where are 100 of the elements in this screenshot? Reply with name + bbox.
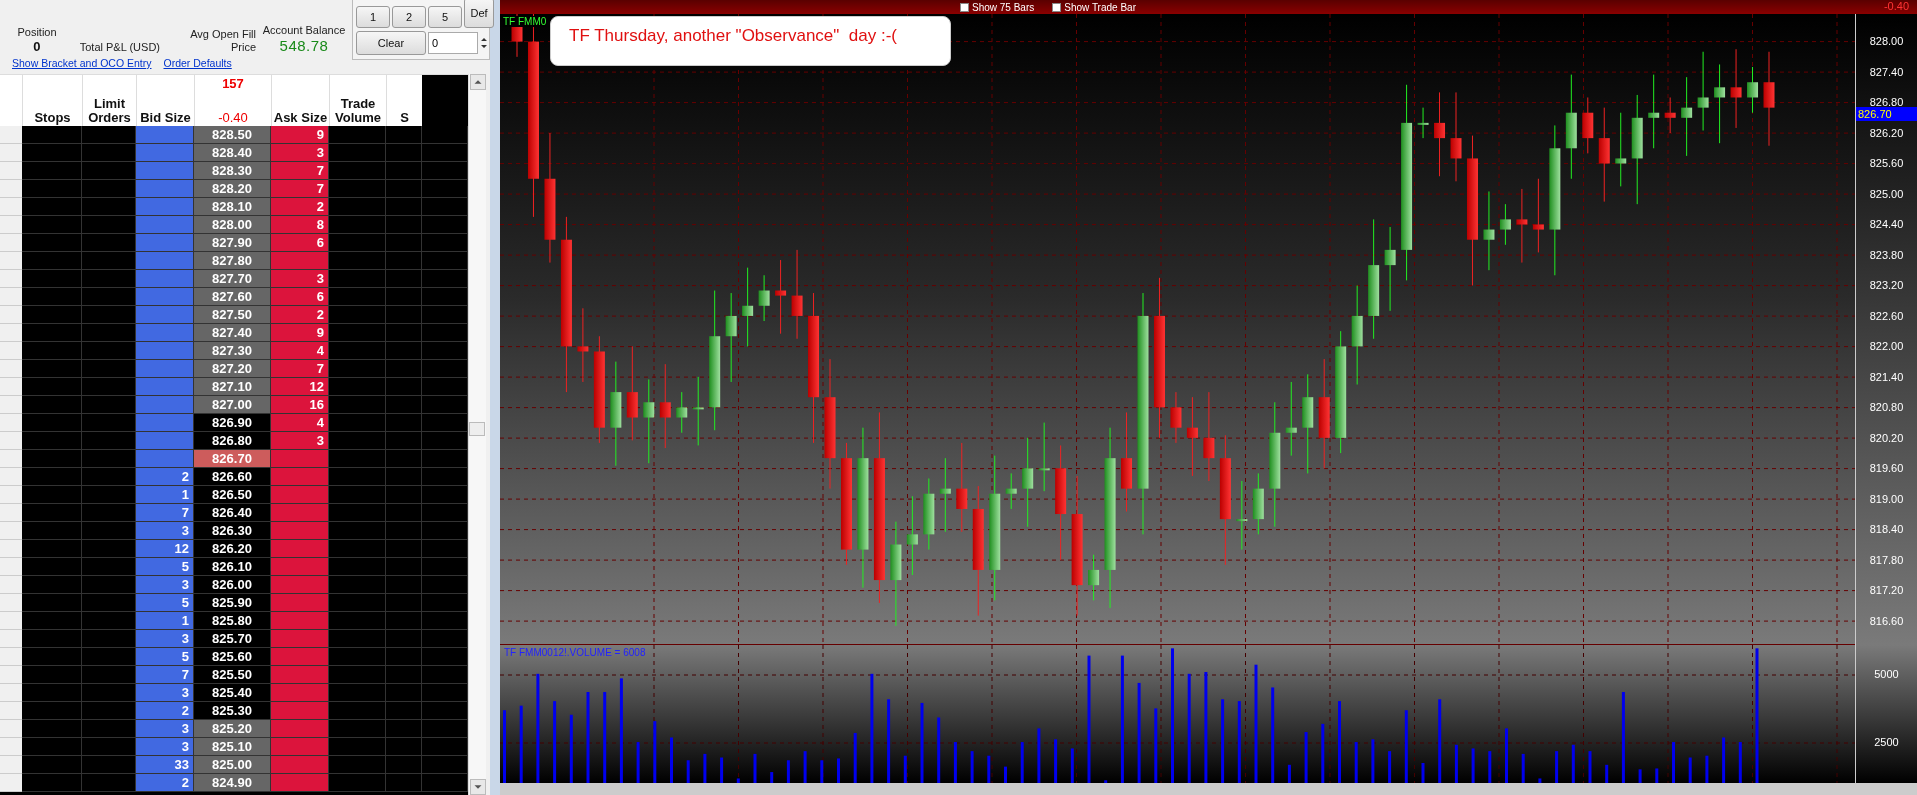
link[interactable]: Show Bracket and OCO Entry xyxy=(12,57,152,69)
scrollbar[interactable] xyxy=(468,74,486,795)
ask-size-cell[interactable] xyxy=(271,486,329,504)
stops-cell[interactable] xyxy=(22,630,82,648)
stops-cell[interactable] xyxy=(22,504,82,522)
bid-size-cell[interactable] xyxy=(136,450,194,468)
bid-size-cell[interactable] xyxy=(136,270,194,288)
stops-cell[interactable] xyxy=(22,396,82,414)
ask-size-cell[interactable]: 12 xyxy=(271,378,329,396)
stops-cell[interactable] xyxy=(22,612,82,630)
bid-size-cell[interactable]: 3 xyxy=(136,522,194,540)
bid-size-cell[interactable] xyxy=(136,360,194,378)
bid-size-cell[interactable]: 3 xyxy=(136,630,194,648)
stops-cell[interactable] xyxy=(22,234,82,252)
ask-size-cell[interactable] xyxy=(271,612,329,630)
stops-cell[interactable] xyxy=(22,432,82,450)
ask-size-cell[interactable] xyxy=(271,720,329,738)
ask-size-cell[interactable]: 3 xyxy=(271,270,329,288)
stops-cell[interactable] xyxy=(22,450,82,468)
quantity-field[interactable]: 0 xyxy=(428,32,478,54)
ask-size-cell[interactable] xyxy=(271,468,329,486)
stops-cell[interactable] xyxy=(22,162,82,180)
ask-size-cell[interactable] xyxy=(271,666,329,684)
bid-size-cell[interactable]: 3 xyxy=(136,684,194,702)
stops-cell[interactable] xyxy=(22,774,82,792)
stops-cell[interactable] xyxy=(22,270,82,288)
ask-size-cell[interactable]: 4 xyxy=(271,342,329,360)
ask-size-cell[interactable]: 3 xyxy=(271,432,329,450)
bid-size-cell[interactable] xyxy=(136,180,194,198)
bid-size-cell[interactable]: 12 xyxy=(136,540,194,558)
ask-size-cell[interactable] xyxy=(271,738,329,756)
stops-cell[interactable] xyxy=(22,216,82,234)
stops-cell[interactable] xyxy=(22,540,82,558)
bid-size-cell[interactable]: 7 xyxy=(136,666,194,684)
bid-size-cell[interactable] xyxy=(136,234,194,252)
quantity-button[interactable]: 2 xyxy=(392,6,426,28)
stops-cell[interactable] xyxy=(22,342,82,360)
bid-size-cell[interactable] xyxy=(136,432,194,450)
stops-cell[interactable] xyxy=(22,702,82,720)
ask-size-cell[interactable] xyxy=(271,774,329,792)
ask-size-cell[interactable] xyxy=(271,558,329,576)
ask-size-cell[interactable] xyxy=(271,684,329,702)
ask-size-cell[interactable] xyxy=(271,702,329,720)
bid-size-cell[interactable] xyxy=(136,378,194,396)
stops-cell[interactable] xyxy=(22,360,82,378)
link[interactable]: Order Defaults xyxy=(163,57,232,69)
ask-size-cell[interactable]: 16 xyxy=(271,396,329,414)
ask-size-cell[interactable] xyxy=(271,252,329,270)
stops-cell[interactable] xyxy=(22,594,82,612)
bid-size-cell[interactable] xyxy=(136,414,194,432)
bid-size-cell[interactable]: 2 xyxy=(136,468,194,486)
stops-cell[interactable] xyxy=(22,288,82,306)
stops-cell[interactable] xyxy=(22,252,82,270)
bid-size-cell[interactable]: 3 xyxy=(136,738,194,756)
stops-cell[interactable] xyxy=(22,522,82,540)
ask-size-cell[interactable] xyxy=(271,504,329,522)
stops-cell[interactable] xyxy=(22,198,82,216)
bid-size-cell[interactable] xyxy=(136,306,194,324)
bid-size-cell[interactable]: 3 xyxy=(136,720,194,738)
ask-size-cell[interactable]: 7 xyxy=(271,162,329,180)
ask-size-cell[interactable] xyxy=(271,756,329,774)
bid-size-cell[interactable]: 5 xyxy=(136,558,194,576)
quantity-button[interactable]: 5 xyxy=(428,6,462,28)
bid-size-cell[interactable] xyxy=(136,198,194,216)
stops-cell[interactable] xyxy=(22,180,82,198)
ask-size-cell[interactable]: 7 xyxy=(271,360,329,378)
stops-cell[interactable] xyxy=(22,558,82,576)
ask-size-cell[interactable]: 7 xyxy=(271,180,329,198)
checkbox[interactable] xyxy=(1052,2,1062,12)
scroll-up-icon[interactable] xyxy=(469,74,486,90)
bid-size-cell[interactable] xyxy=(136,252,194,270)
bid-size-cell[interactable] xyxy=(136,126,194,144)
stops-cell[interactable] xyxy=(22,648,82,666)
ask-size-cell[interactable] xyxy=(271,630,329,648)
scroll-down-icon[interactable] xyxy=(469,779,486,795)
bid-size-cell[interactable] xyxy=(136,288,194,306)
ask-size-cell[interactable]: 8 xyxy=(271,216,329,234)
bid-size-cell[interactable]: 1 xyxy=(136,612,194,630)
bid-size-cell[interactable]: 1 xyxy=(136,486,194,504)
ask-size-cell[interactable] xyxy=(271,594,329,612)
bid-size-cell[interactable] xyxy=(136,324,194,342)
checkbox[interactable] xyxy=(960,2,969,12)
stops-cell[interactable] xyxy=(22,306,82,324)
bid-size-cell[interactable] xyxy=(136,342,194,360)
ask-size-cell[interactable] xyxy=(271,540,329,558)
ask-size-cell[interactable]: 2 xyxy=(271,306,329,324)
bid-size-cell[interactable]: 33 xyxy=(136,756,194,774)
stops-cell[interactable] xyxy=(22,666,82,684)
bid-size-cell[interactable]: 7 xyxy=(136,504,194,522)
bid-size-cell[interactable] xyxy=(136,162,194,180)
ask-size-cell[interactable] xyxy=(271,522,329,540)
stops-cell[interactable] xyxy=(22,468,82,486)
ask-size-cell[interactable]: 9 xyxy=(271,126,329,144)
stops-cell[interactable] xyxy=(22,720,82,738)
stops-cell[interactable] xyxy=(22,378,82,396)
stops-cell[interactable] xyxy=(22,144,82,162)
ask-size-cell[interactable]: 9 xyxy=(271,324,329,342)
stops-cell[interactable] xyxy=(22,756,82,774)
bid-size-cell[interactable]: 2 xyxy=(136,774,194,792)
ask-size-cell[interactable]: 2 xyxy=(271,198,329,216)
